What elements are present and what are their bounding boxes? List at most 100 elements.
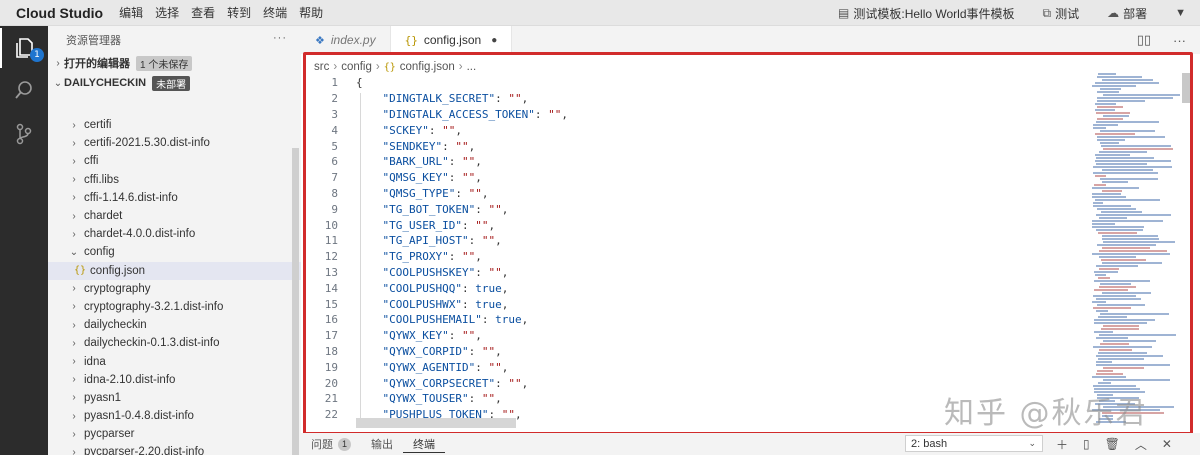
code-line: 1{ [306, 75, 1086, 91]
menu-view[interactable]: 查看 [185, 4, 221, 21]
terminal-select[interactable]: 2: bash ⌄ [905, 435, 1043, 452]
breadcrumb-item[interactable]: config.json [400, 61, 455, 73]
tree-item-cryptography[interactable]: › cryptography [48, 280, 301, 298]
tree-item-config[interactable]: ⌄ config [48, 243, 301, 261]
add-terminal-icon[interactable]: ＋ [1056, 436, 1068, 453]
code-line: 14 "COOLPUSHQQ": true, [306, 280, 1086, 296]
minimap-line [1101, 145, 1171, 147]
close-panel-icon[interactable]: ✕ [1162, 437, 1172, 451]
tree-item-dailycheckin-dist-info[interactable]: › dailycheckin-0.1.3.dist-info [48, 334, 301, 352]
sidebar-scrollbar[interactable] [292, 148, 299, 455]
problems-count-badge: 1 [338, 437, 351, 451]
breadcrumb-item[interactable]: config [341, 61, 372, 73]
tree-item-chardet-dist-info[interactable]: › chardet-4.0.0.dist-info [48, 225, 301, 243]
menu-help[interactable]: 帮助 [293, 4, 329, 21]
line-number: 19 [324, 360, 338, 374]
open-editors-section[interactable]: › 打开的编辑器 1 个未保存 [48, 54, 301, 72]
tab-problems[interactable]: 问题 1 [301, 436, 361, 452]
tree-item-pycparser[interactable]: › pycparser [48, 425, 301, 443]
json-key: "QYWX_KEY" [382, 329, 449, 343]
more-actions-icon[interactable]: ··· [273, 32, 287, 44]
tree-item-cryptography-dist-info[interactable]: › cryptography-3.2.1.dist-info [48, 298, 301, 316]
explorer-title: 资源管理器 [66, 35, 121, 47]
minimap-line [1092, 220, 1163, 222]
chevron-right-icon: › [72, 319, 76, 331]
code-line: 12 "TG_PROXY": "", [306, 249, 1086, 265]
search-activity[interactable] [0, 70, 48, 110]
menu-selection[interactable]: 选择 [149, 4, 185, 21]
deploy-button[interactable]: ☁ 部署 [1093, 5, 1161, 22]
explorer-sidebar: 资源管理器 ··· › 打开的编辑器 1 个未保存 ⌄ DAILYCHECKIN… [48, 26, 301, 455]
tree-item-pyasn1-dist-info[interactable]: › pyasn1-0.4.8.dist-info [48, 407, 301, 425]
dropdown-toggle[interactable]: ▼ [1161, 7, 1200, 19]
minimap-line [1102, 79, 1153, 81]
minimap-line [1103, 148, 1173, 150]
maximize-panel-icon[interactable]: ︿ [1135, 436, 1147, 453]
template-selector[interactable]: ▤ 测试模板:Hello World事件模板 [824, 5, 1028, 22]
tree-item-idna-dist-info[interactable]: › idna-2.10.dist-info [48, 371, 301, 389]
source-control-activity[interactable] [0, 114, 48, 154]
tab-config-json[interactable]: {} config.json ● [390, 26, 513, 54]
tree-item-cffi-dist-info[interactable]: › cffi-1.14.6.dist-info [48, 189, 301, 207]
tab-index-py[interactable]: ❖ index.py [301, 26, 391, 54]
more-actions-icon[interactable]: ··· [1173, 33, 1186, 48]
tree-item-idna[interactable]: › idna [48, 352, 301, 370]
split-terminal-icon[interactable]: ▯ [1083, 437, 1090, 451]
template-icon: ▤ [838, 6, 850, 20]
minimap-line [1102, 181, 1128, 183]
tab-output[interactable]: 输出 [361, 436, 403, 452]
tree-item-chardet[interactable]: › chardet [48, 207, 301, 225]
minimap-line [1098, 73, 1116, 75]
chevron-right-icon: › [72, 337, 76, 349]
code-editor[interactable]: src › config › {} config.json › ... 1{2 … [303, 52, 1193, 435]
tree-item-dailycheckin[interactable]: › dailycheckin [48, 316, 301, 334]
menu-goto[interactable]: 转到 [221, 4, 257, 21]
json-value: "" [461, 329, 476, 343]
breadcrumb: src › config › {} config.json › ... [314, 58, 476, 76]
minimap-line [1096, 229, 1143, 231]
tab-label: 输出 [371, 439, 393, 451]
tree-item-config-json[interactable]: {} config.json [48, 261, 301, 280]
menu-edit[interactable]: 编辑 [113, 4, 149, 21]
tree-item-certifi[interactable]: › certifi [48, 116, 301, 134]
line-number: 14 [324, 281, 338, 295]
tree-item-pyasn1[interactable]: › pyasn1 [48, 389, 301, 407]
line-number: 11 [324, 234, 338, 248]
horizontal-scrollbar[interactable] [356, 418, 516, 428]
chevron-right-icon: › [72, 392, 76, 404]
menu-terminal[interactable]: 终端 [257, 4, 293, 21]
chevron-right-icon: › [72, 119, 76, 131]
minimap-line [1096, 361, 1112, 363]
chevron-right-icon: › [72, 410, 76, 422]
project-section[interactable]: ⌄ DAILYCHECKIN 未部署 [48, 74, 301, 92]
minimap-line [1099, 217, 1127, 219]
json-file-icon: {} [383, 61, 396, 73]
breadcrumb-item[interactable]: ... [467, 61, 477, 73]
test-button[interactable]: ⧉ 测试 [1029, 5, 1094, 22]
minimap[interactable] [1088, 73, 1182, 432]
json-value: "" [488, 202, 502, 216]
line-source: "DINGTALK_SECRET": "", [382, 92, 529, 106]
explorer-activity[interactable]: 1 [0, 28, 48, 68]
vertical-scrollbar[interactable] [1182, 73, 1190, 103]
breadcrumb-item[interactable]: src [314, 61, 329, 73]
unsaved-dot-icon[interactable]: ● [491, 35, 497, 46]
minimap-line [1100, 142, 1119, 144]
line-number: 2 [331, 92, 338, 106]
minimap-line [1092, 187, 1139, 189]
tree-item-cffi[interactable]: › cffi [48, 152, 301, 170]
tree-item-certifi-dist-info[interactable]: › certifi-2021.5.30.dist-info [48, 134, 301, 152]
line-number: 13 [324, 265, 338, 279]
line-number: 18 [324, 344, 338, 358]
trash-icon[interactable]: 🗑 [1105, 437, 1120, 451]
code-line: 8 "QMSG_TYPE": "", [306, 186, 1086, 202]
minimap-line [1094, 184, 1106, 186]
tree-item-cffi-libs[interactable]: › cffi.libs [48, 171, 301, 189]
minimap-line [1093, 346, 1152, 348]
minimap-line [1102, 235, 1158, 237]
minimap-line [1092, 301, 1106, 303]
tree-item-pycparser-dist-info[interactable]: › pycparser-2.20.dist-info [48, 443, 301, 455]
split-editor-icon[interactable]: ▯▯ [1137, 32, 1151, 48]
minimap-line [1096, 373, 1123, 375]
tab-terminal[interactable]: 终端 [403, 436, 445, 453]
